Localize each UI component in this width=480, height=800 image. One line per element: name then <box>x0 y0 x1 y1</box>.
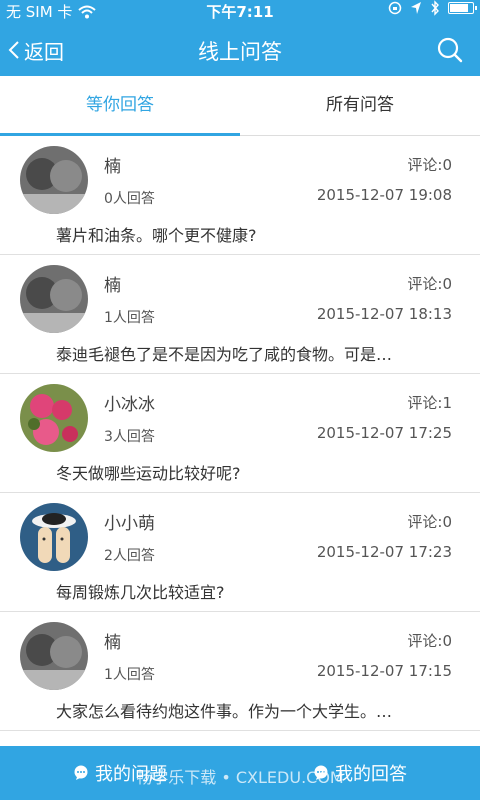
timestamp: 2015-12-07 17:25 <box>316 424 452 442</box>
orientation-lock-icon <box>388 1 402 15</box>
search-icon[interactable] <box>436 36 464 64</box>
timestamp: 2015-12-07 17:15 <box>316 662 452 680</box>
status-bar: 无 SIM 卡 下午7:11 <box>0 0 480 24</box>
question-text: 冬天做哪些运动比较好呢? <box>56 464 241 483</box>
answer-count: 1人回答 <box>104 667 155 683</box>
user-name: 小小萌 <box>104 514 155 534</box>
answer-count: 3人回答 <box>104 429 155 445</box>
question-text: 大家怎么看待约炮这件事。作为一个大学生。… <box>56 702 393 721</box>
answer-count: 0人回答 <box>104 191 155 207</box>
answer-count: 1人回答 <box>104 310 155 326</box>
chat-bubble-icon <box>74 765 88 780</box>
question-item[interactable]: 小冰冰 评论:1 3人回答 2015-12-07 17:25 冬天做哪些运动比较… <box>0 374 480 493</box>
tab-waiting-answers[interactable]: 等你回答 <box>0 76 240 136</box>
app-screen: 无 SIM 卡 下午7:11 返回 线上问答 等你回答 所有问答 楠 评论:0 … <box>0 0 480 800</box>
location-icon <box>411 2 421 14</box>
my-answers-button[interactable]: 我的回答 <box>240 746 480 800</box>
status-right <box>388 0 477 16</box>
avatar <box>20 265 88 333</box>
tab-all-qa[interactable]: 所有问答 <box>240 76 480 135</box>
question-item[interactable]: 楠 评论:0 1人回答 2015-12-07 17:15 大家怎么看待约炮这件事… <box>0 612 480 731</box>
comment-count: 评论:0 <box>407 513 452 531</box>
question-text: 薯片和油条。哪个更不健康? <box>56 226 257 245</box>
tab-bar: 等你回答 所有问答 <box>0 76 480 136</box>
my-questions-button[interactable]: 我的问题 <box>0 746 240 800</box>
user-name: 楠 <box>104 157 121 177</box>
battery-icon <box>448 2 477 14</box>
bluetooth-icon <box>431 0 439 16</box>
timestamp: 2015-12-07 19:08 <box>316 186 452 204</box>
answer-count: 2人回答 <box>104 548 155 564</box>
nav-bar: 返回 线上问答 <box>0 24 480 76</box>
question-item[interactable]: 楠 评论:0 1人回答 2015-12-07 18:13 泰迪毛褪色了是不是因为… <box>0 255 480 374</box>
comment-count: 评论:0 <box>407 632 452 650</box>
timestamp: 2015-12-07 18:13 <box>316 305 452 323</box>
page-title: 线上问答 <box>198 40 282 64</box>
comment-count: 评论:0 <box>407 275 452 293</box>
avatar <box>20 503 88 571</box>
my-questions-label: 我的问题 <box>95 764 167 785</box>
question-list: 楠 评论:0 0人回答 2015-12-07 19:08 薯片和油条。哪个更不健… <box>0 136 480 746</box>
comment-count: 评论:1 <box>407 394 452 412</box>
bottom-bar: 我的问题 我的回答 <box>0 746 480 800</box>
avatar <box>20 146 88 214</box>
question-text: 每周锻炼几次比较适宜? <box>56 583 225 602</box>
question-item[interactable]: 楠 评论:0 0人回答 2015-12-07 19:08 薯片和油条。哪个更不健… <box>0 136 480 255</box>
avatar <box>20 622 88 690</box>
user-name: 小冰冰 <box>104 395 155 415</box>
timestamp: 2015-12-07 17:23 <box>316 543 452 561</box>
user-name: 楠 <box>104 633 121 653</box>
avatar <box>20 384 88 452</box>
question-text: 泰迪毛褪色了是不是因为吃了咸的食物。可是… <box>56 345 393 364</box>
comment-count: 评论:0 <box>407 156 452 174</box>
question-item[interactable]: 小小萌 评论:0 2人回答 2015-12-07 17:23 每周锻炼几次比较适… <box>0 493 480 612</box>
battery-fill <box>450 4 468 12</box>
my-answers-label: 我的回答 <box>335 764 407 785</box>
user-name: 楠 <box>104 276 121 296</box>
chat-bubble-icon <box>314 765 328 780</box>
